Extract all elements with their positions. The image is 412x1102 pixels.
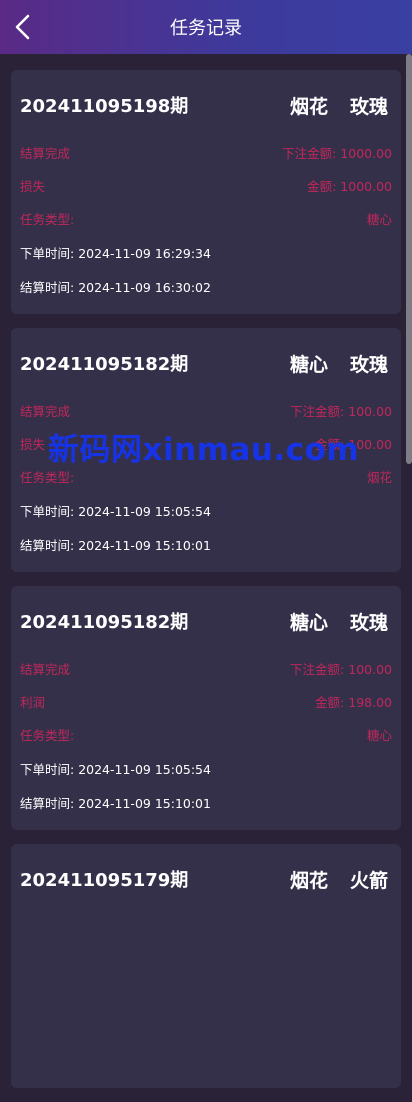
order-time-value: 2024-11-09 16:29:34 (78, 246, 211, 261)
task-type-label: 任务类型: (20, 470, 75, 485)
amount-label: 金额: (315, 695, 345, 710)
status-text: 结算完成 (20, 404, 71, 419)
order-time-row: 下单时间: 2024-11-09 15:05:54 (20, 501, 392, 519)
scrollbar[interactable] (406, 54, 412, 464)
amount-label: 金额: (307, 179, 337, 194)
amount-value: 1000.00 (340, 179, 392, 194)
bet-amount-label: 下注金额: (290, 404, 345, 419)
amount-label: 金额: (315, 437, 345, 452)
record-header: 202411095182期 糖心 玫瑰 (20, 350, 392, 376)
choice-tag: 火箭 (349, 870, 388, 892)
bet-amount-value: 100.00 (348, 662, 392, 677)
task-type-row: 任务类型: 烟花 (20, 467, 392, 485)
settle-time-label: 结算时间: (20, 538, 75, 553)
bet-amount-value: 100.00 (348, 404, 392, 419)
amount-value: 198.00 (348, 695, 392, 710)
task-type-label: 任务类型: (20, 212, 75, 227)
order-time-label: 下单时间: (20, 246, 75, 261)
result-row: 损失 金额: 100.00 (20, 434, 392, 452)
settle-time-row: 结算时间: 2024-11-09 15:10:01 (20, 535, 392, 553)
record-card[interactable]: 202411095198期 烟花 玫瑰 结算完成 下注金额: 1000.00 损… (11, 70, 401, 314)
order-time-value: 2024-11-09 15:05:54 (78, 762, 211, 777)
choice-tag: 烟花 (289, 96, 328, 118)
order-time-value: 2024-11-09 15:05:54 (78, 504, 211, 519)
order-time-row: 下单时间: 2024-11-09 16:29:34 (20, 243, 392, 261)
choice-tag: 玫瑰 (349, 96, 388, 118)
period-number: 202411095198期 (20, 96, 189, 117)
settle-time-value: 2024-11-09 15:10:01 (78, 796, 211, 811)
period-number: 202411095179期 (20, 870, 189, 891)
result-row: 利润 金额: 198.00 (20, 692, 392, 710)
status-row: 结算完成 下注金额: 100.00 (20, 659, 392, 677)
order-time-label: 下单时间: (20, 504, 75, 519)
result-text: 损失 (20, 437, 46, 452)
task-type-value: 烟花 (366, 470, 392, 485)
order-time-label: 下单时间: (20, 762, 75, 777)
choice-tag: 玫瑰 (349, 612, 388, 634)
period-number: 202411095182期 (20, 612, 189, 633)
status-row: 结算完成 下注金额: 1000.00 (20, 143, 392, 161)
status-row: 结算完成 下注金额: 100.00 (20, 401, 392, 419)
record-card[interactable]: 202411095179期 烟花 火箭 (11, 844, 401, 1088)
record-list: 202411095198期 烟花 玫瑰 结算完成 下注金额: 1000.00 损… (11, 70, 401, 1102)
settle-time-value: 2024-11-09 16:30:02 (78, 280, 211, 295)
task-type-value: 糖心 (366, 728, 392, 743)
bet-amount-value: 1000.00 (340, 146, 392, 161)
task-type-value: 糖心 (366, 212, 392, 227)
settle-time-label: 结算时间: (20, 796, 75, 811)
choice-tag: 糖心 (289, 612, 328, 634)
result-text: 利润 (20, 695, 46, 710)
result-text: 损失 (20, 179, 46, 194)
status-text: 结算完成 (20, 662, 71, 677)
amount-value: 100.00 (348, 437, 392, 452)
task-type-row: 任务类型: 糖心 (20, 725, 392, 743)
settle-time-row: 结算时间: 2024-11-09 15:10:01 (20, 793, 392, 811)
order-time-row: 下单时间: 2024-11-09 15:05:54 (20, 759, 392, 777)
bet-amount-label: 下注金额: (282, 146, 337, 161)
record-header: 202411095182期 糖心 玫瑰 (20, 608, 392, 634)
result-row: 损失 金额: 1000.00 (20, 176, 392, 194)
settle-time-label: 结算时间: (20, 280, 75, 295)
period-number: 202411095182期 (20, 354, 189, 375)
record-card[interactable]: 202411095182期 糖心 玫瑰 结算完成 下注金额: 100.00 损失… (11, 328, 401, 572)
status-text: 结算完成 (20, 146, 71, 161)
settle-time-row: 结算时间: 2024-11-09 16:30:02 (20, 277, 392, 295)
settle-time-value: 2024-11-09 15:10:01 (78, 538, 211, 553)
choice-tag: 烟花 (289, 870, 328, 892)
top-bar: 任务记录 (0, 0, 412, 54)
record-header: 202411095179期 烟花 火箭 (20, 866, 392, 892)
task-type-row: 任务类型: 糖心 (20, 209, 392, 227)
record-header: 202411095198期 烟花 玫瑰 (20, 92, 392, 118)
choice-tag: 糖心 (289, 354, 328, 376)
choice-tag: 玫瑰 (349, 354, 388, 376)
record-card[interactable]: 202411095182期 糖心 玫瑰 结算完成 下注金额: 100.00 利润… (11, 586, 401, 830)
back-arrow-icon[interactable] (12, 13, 34, 41)
bet-amount-label: 下注金额: (290, 662, 345, 677)
task-type-label: 任务类型: (20, 728, 75, 743)
page-title: 任务记录 (170, 18, 242, 39)
